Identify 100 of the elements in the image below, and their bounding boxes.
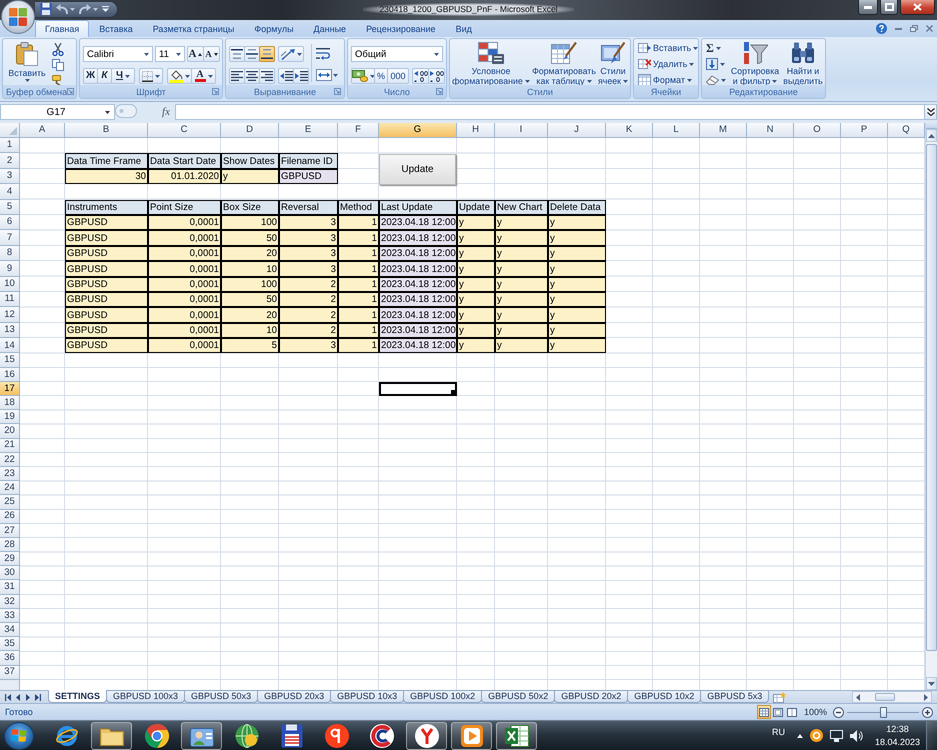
font-size-field[interactable]: 11 (155, 46, 185, 62)
row-header[interactable]: 10 (0, 276, 20, 292)
sheet-tab[interactable]: GBPUSD 100x2 (403, 690, 482, 703)
row-header[interactable]: 12 (0, 307, 20, 323)
row-header[interactable]: 5 (0, 200, 20, 215)
redo-button[interactable] (79, 2, 98, 16)
column-header[interactable]: L (653, 123, 700, 138)
triangle-up-icon[interactable] (928, 134, 935, 138)
row-header[interactable]: 26 (0, 510, 20, 524)
zoom-slider-thumb[interactable] (880, 706, 886, 718)
insert-cells-button[interactable]: Вставить (635, 40, 698, 56)
sheet-tab[interactable]: GBPUSD 10x2 (627, 690, 702, 703)
sheet-tab[interactable]: GBPUSD 100x3 (106, 690, 186, 703)
row-header[interactable]: 22 (0, 452, 20, 467)
sheet-tab[interactable]: GBPUSD 20x2 (554, 690, 628, 703)
bar-triangle-left-icon[interactable] (5, 694, 11, 700)
triangle-down-icon[interactable] (928, 682, 935, 686)
column-header[interactable]: K (606, 123, 653, 138)
align-right-button[interactable] (259, 68, 275, 84)
expand-formula-button[interactable] (925, 104, 937, 120)
merge-button[interactable] (314, 67, 340, 83)
row-header[interactable]: 30 (0, 566, 20, 580)
row-header[interactable]: 27 (0, 524, 20, 538)
taskbar-button[interactable] (406, 722, 447, 750)
column-header[interactable]: B (65, 123, 148, 138)
row-header[interactable]: 25 (0, 495, 20, 510)
row-header[interactable]: 33 (0, 608, 20, 624)
minimize-button[interactable] (858, 0, 878, 15)
row-header[interactable]: 18 (0, 396, 20, 410)
font-name-field[interactable]: Calibri (83, 46, 153, 62)
triangle-right-icon[interactable] (924, 694, 928, 700)
column-header[interactable]: O (794, 123, 841, 138)
percent-button[interactable]: % (374, 68, 388, 84)
row-header[interactable]: 23 (0, 466, 20, 482)
row-header[interactable]: 14 (0, 338, 20, 354)
page-break-button[interactable] (784, 705, 799, 719)
triangle-left-icon[interactable] (856, 694, 860, 700)
comma-style-button[interactable]: 000 (387, 68, 409, 84)
ribbon-tab[interactable]: Разметка страницы (142, 20, 244, 37)
middle-align-button[interactable] (244, 46, 260, 62)
row-header[interactable]: 34 (0, 623, 20, 638)
underline-button[interactable]: Ч (111, 68, 135, 84)
scroll-up-button[interactable] (926, 129, 937, 142)
row-header[interactable]: 7 (0, 230, 20, 246)
vertical-scrollbar[interactable] (925, 123, 937, 690)
cell-styles-button[interactable]: Стили ячеек (596, 39, 630, 85)
column-header[interactable]: Q (888, 123, 925, 138)
column-header[interactable]: P (841, 123, 888, 138)
column-header[interactable]: D (221, 123, 279, 138)
row-header[interactable]: 20 (0, 424, 20, 439)
undo-button[interactable] (56, 2, 75, 16)
ribbon-tab[interactable]: Вид (446, 20, 482, 37)
speaker-icon[interactable] (850, 730, 863, 742)
close-button[interactable] (900, 0, 935, 15)
ribbon-tab[interactable]: Формулы (244, 20, 304, 37)
triangle-left-icon[interactable] (16, 694, 20, 700)
decrease-indent-button[interactable] (278, 68, 294, 84)
sheet-tab[interactable]: GBPUSD 5x3 (700, 690, 770, 703)
column-header[interactable]: C (148, 123, 221, 138)
taskbar-button[interactable] (496, 722, 537, 750)
triangle-right-icon[interactable] (26, 694, 30, 700)
row-header[interactable]: 2 (0, 153, 20, 169)
row-header[interactable]: 15 (0, 353, 20, 368)
row-header[interactable]: 19 (0, 410, 20, 424)
row-header[interactable]: 6 (0, 214, 20, 230)
ring-icon[interactable] (810, 729, 823, 742)
column-header[interactable]: E (279, 123, 338, 138)
minimize-icon[interactable] (895, 28, 902, 30)
normal-view-button[interactable] (756, 705, 771, 719)
page-layout-button[interactable] (770, 705, 785, 719)
ribbon-tab[interactable]: Данные (304, 20, 356, 37)
column-header[interactable]: I (495, 123, 548, 138)
borders-button[interactable] (139, 68, 163, 84)
sort-filter-button[interactable]: Сортировка и фильтр (729, 39, 781, 85)
row-header[interactable]: 29 (0, 552, 20, 566)
delete-cells-button[interactable]: Удалить (635, 56, 698, 72)
sheet-tab[interactable]: GBPUSD 20x3 (257, 690, 332, 703)
row-header[interactable]: 21 (0, 438, 20, 453)
grow-font-button[interactable]: A (187, 46, 204, 62)
close-icon[interactable] (926, 25, 933, 32)
name-box[interactable]: G17 (0, 104, 115, 120)
bold-button[interactable]: Ж (83, 68, 98, 84)
caret-down-icon[interactable] (102, 6, 109, 12)
copy-button[interactable] (49, 57, 67, 73)
row-header[interactable]: 4 (0, 184, 20, 200)
italic-button[interactable]: К (97, 68, 112, 84)
ribbon-tab[interactable]: Рецензирование (356, 20, 446, 37)
row-header[interactable]: 1 (0, 138, 20, 154)
row-header[interactable]: 17 (0, 382, 20, 396)
taskbar-button[interactable] (451, 722, 492, 750)
column-header[interactable]: G (379, 123, 457, 138)
fill-color-button[interactable] (167, 68, 192, 84)
first-sheet-button[interactable] (3, 691, 13, 703)
increase-decimal-button[interactable] (412, 68, 429, 84)
top-align-button[interactable] (229, 46, 245, 62)
show-desktop-button[interactable] (926, 720, 937, 750)
column-header[interactable]: N (747, 123, 794, 138)
restore-icon[interactable] (910, 25, 918, 32)
orientation-button[interactable] (278, 46, 304, 62)
column-header[interactable]: H (457, 123, 495, 138)
